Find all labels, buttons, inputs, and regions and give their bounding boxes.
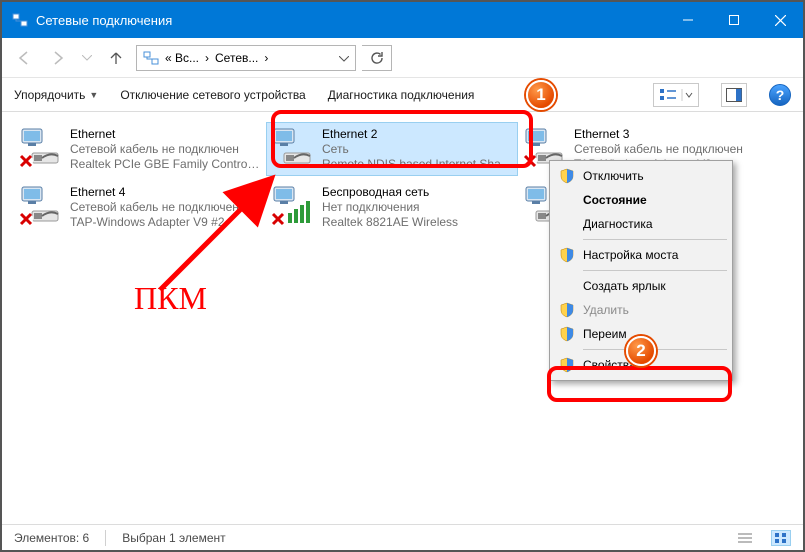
connection-text: Беспроводная сетьНет подключенияRealtek …	[322, 183, 458, 231]
help-button[interactable]: ?	[769, 84, 791, 106]
status-selection: Выбран 1 элемент	[122, 531, 225, 545]
window-title: Сетевые подключения	[36, 13, 665, 28]
large-icons-view-button[interactable]	[771, 530, 791, 546]
shield-icon	[559, 168, 575, 184]
connection-status: Сетевой кабель не подключен	[70, 142, 262, 157]
connection-status: Сетевой кабель не подключен	[70, 200, 239, 215]
connection-status: Сеть	[322, 142, 514, 157]
context-menu-item[interactable]: Диагностика	[553, 212, 729, 236]
command-bar: Упорядочить ▼ Отключение сетевого устрой…	[2, 78, 803, 112]
network-adapter-icon	[18, 125, 62, 169]
connection-adapter: Realtek 8821AE Wireless	[322, 215, 458, 230]
connection-text: Ethernet 4Сетевой кабель не подключенTAP…	[70, 183, 239, 231]
connection-item[interactable]: Ethernet 4Сетевой кабель не подключенTAP…	[14, 180, 266, 234]
nav-recent-dropdown[interactable]	[78, 44, 96, 72]
connection-status: Нет подключения	[322, 200, 458, 215]
status-item-count: Элементов: 6	[14, 531, 89, 545]
connection-text: Ethernet 2СетьRemote NDIS based Internet…	[322, 125, 514, 173]
context-menu-label: Настройка моста	[583, 248, 678, 262]
details-view-button[interactable]	[735, 530, 755, 546]
connections-list: EthernetСетевой кабель не подключенRealt…	[2, 112, 803, 526]
connection-name: Беспроводная сеть	[322, 185, 458, 200]
minimize-button[interactable]	[665, 2, 711, 38]
context-menu-item[interactable]: Состояние	[553, 188, 729, 212]
connection-item[interactable]: Беспроводная сетьНет подключенияRealtek …	[266, 180, 518, 234]
address-bar[interactable]: « Вс... › Сетев... ›	[136, 45, 356, 71]
context-menu-label: Переим	[583, 327, 627, 341]
shield-icon	[559, 247, 575, 263]
preview-pane-button[interactable]	[721, 83, 747, 107]
context-menu-label: Состояние	[583, 193, 647, 207]
chevron-right-icon: ›	[205, 51, 209, 65]
view-options-button[interactable]	[653, 83, 699, 107]
diagnose-button[interactable]: Диагностика подключения	[328, 88, 475, 102]
status-bar: Элементов: 6 Выбран 1 элемент	[2, 524, 803, 550]
organize-menu[interactable]: Упорядочить ▼	[14, 88, 98, 102]
address-bar-row: « Вс... › Сетев... ›	[2, 38, 803, 78]
connection-name: Ethernet	[70, 127, 262, 142]
menu-separator	[583, 239, 727, 240]
connection-status: Сетевой кабель не подключен	[574, 142, 743, 157]
disable-device-button[interactable]: Отключение сетевого устройства	[120, 88, 305, 102]
network-connections-icon	[143, 50, 159, 66]
context-menu-item[interactable]: Создать ярлык	[553, 274, 729, 298]
chevron-right-icon: ›	[264, 51, 268, 65]
address-dropdown-icon[interactable]	[339, 51, 349, 65]
context-menu-item[interactable]: Настройка моста	[553, 243, 729, 267]
annotation-label: ПКМ	[134, 280, 207, 317]
titlebar: Сетевые подключения	[2, 2, 803, 38]
context-menu-item: Удалить	[553, 298, 729, 322]
annotation-badge-1: 1	[526, 80, 556, 110]
context-menu-label: Отключить	[583, 169, 644, 183]
close-button[interactable]	[757, 2, 803, 38]
toolbar-label: Диагностика подключения	[328, 88, 475, 102]
connection-adapter: TAP-Windows Adapter V9 #2	[70, 215, 239, 230]
refresh-button[interactable]	[362, 45, 392, 71]
connection-adapter: Realtek PCIe GBE Family Controller	[70, 157, 262, 172]
network-adapter-icon	[270, 183, 314, 227]
context-menu-label: Создать ярлык	[583, 279, 666, 293]
connection-name: Ethernet 4	[70, 185, 239, 200]
network-connections-icon	[12, 12, 28, 28]
toolbar-label: Упорядочить	[14, 88, 85, 102]
context-menu-label: Свойства	[583, 358, 636, 372]
connection-name: Ethernet 2	[322, 127, 514, 142]
shield-icon	[559, 302, 575, 318]
shield-icon	[559, 326, 575, 342]
connection-item[interactable]: EthernetСетевой кабель не подключенRealt…	[14, 122, 266, 176]
network-adapter-icon	[270, 125, 314, 169]
nav-back-button[interactable]	[10, 44, 38, 72]
nav-up-button[interactable]	[102, 44, 130, 72]
annotation-badge-2: 2	[626, 336, 656, 366]
breadcrumb-part[interactable]: Сетев...	[215, 51, 258, 65]
context-menu-label: Диагностика	[583, 217, 653, 231]
separator	[105, 530, 106, 546]
connection-adapter: Remote NDIS based Internet Shari...	[322, 157, 514, 172]
connection-name: Ethernet 3	[574, 127, 743, 142]
toolbar-label: Отключение сетевого устройства	[120, 88, 305, 102]
nav-forward-button[interactable]	[44, 44, 72, 72]
breadcrumb-part[interactable]: « Вс...	[165, 51, 199, 65]
context-menu-label: Удалить	[583, 303, 629, 317]
maximize-button[interactable]	[711, 2, 757, 38]
connection-item[interactable]: Ethernet 2СетьRemote NDIS based Internet…	[266, 122, 518, 176]
connection-text: EthernetСетевой кабель не подключенRealt…	[70, 125, 262, 173]
context-menu-item[interactable]: Отключить	[553, 164, 729, 188]
network-adapter-icon	[18, 183, 62, 227]
shield-icon	[559, 357, 575, 373]
menu-separator	[583, 270, 727, 271]
